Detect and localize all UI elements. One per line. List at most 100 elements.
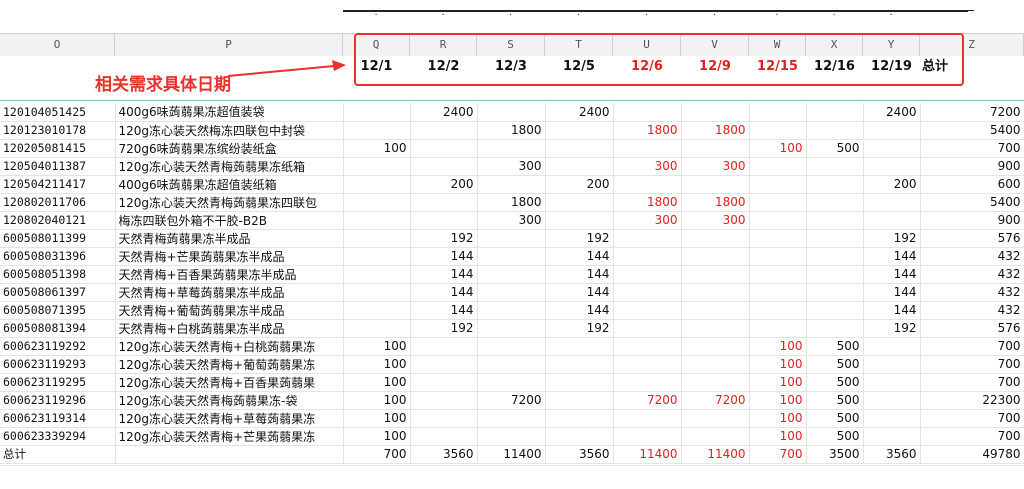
cell-value[interactable]: 100 xyxy=(343,427,411,446)
cell-value[interactable] xyxy=(806,247,864,266)
cell-code[interactable]: 600508071395 xyxy=(0,301,116,320)
cell-value[interactable]: 100 xyxy=(343,355,411,374)
cell-value[interactable]: 432 xyxy=(920,265,1024,284)
cell-value[interactable] xyxy=(863,427,921,446)
cell-value[interactable] xyxy=(863,391,921,410)
cell-value[interactable]: 100 xyxy=(749,337,807,356)
cell-value[interactable]: 11400 xyxy=(477,445,546,464)
cell-value[interactable] xyxy=(681,301,750,320)
cell-code[interactable]: 120504211417 xyxy=(0,175,116,194)
cell-value[interactable] xyxy=(613,319,682,338)
cell-value[interactable] xyxy=(806,301,864,320)
cell-value[interactable] xyxy=(613,247,682,266)
cell-name[interactable]: 400g6味蒟蒻果冻超值装袋 xyxy=(115,103,344,122)
cell-value[interactable] xyxy=(343,247,411,266)
cell-value[interactable] xyxy=(477,175,546,194)
cell-value[interactable] xyxy=(806,121,864,140)
cell-name[interactable]: 天然青梅+葡萄蒟蒻果冻半成品 xyxy=(115,301,344,320)
cell-value[interactable]: 2400 xyxy=(410,103,478,122)
cell-value[interactable]: 3560 xyxy=(410,445,478,464)
cell-value[interactable]: 200 xyxy=(545,175,614,194)
cell-value[interactable]: 2400 xyxy=(863,103,921,122)
cell-value[interactable]: 432 xyxy=(920,301,1024,320)
cell-value[interactable]: 144 xyxy=(863,265,921,284)
cell-value[interactable]: 1800 xyxy=(477,193,546,212)
cell-name[interactable]: 120g冻心装天然青梅+草莓蒟蒻果冻 xyxy=(115,409,344,428)
cell-value[interactable]: 144 xyxy=(410,265,478,284)
cell-value[interactable] xyxy=(545,337,614,356)
cell-value[interactable]: 144 xyxy=(863,301,921,320)
cell-value[interactable]: 11400 xyxy=(613,445,682,464)
cell-value[interactable]: 500 xyxy=(806,355,864,374)
cell-value[interactable] xyxy=(410,193,478,212)
cell-value[interactable] xyxy=(477,355,546,374)
cell-value[interactable] xyxy=(545,157,614,176)
cell-value[interactable] xyxy=(343,319,411,338)
cell-value[interactable]: 100 xyxy=(343,373,411,392)
cell-value[interactable]: 100 xyxy=(749,391,807,410)
cell-value[interactable] xyxy=(681,139,750,158)
cell-name[interactable]: 120g冻心装天然青梅+百香果蒟蒻果 xyxy=(115,373,344,392)
cell-value[interactable]: 1800 xyxy=(681,193,750,212)
cell-value[interactable]: 900 xyxy=(920,211,1024,230)
cell-value[interactable] xyxy=(863,211,921,230)
cell-value[interactable] xyxy=(410,427,478,446)
cell-value[interactable]: 200 xyxy=(863,175,921,194)
cell-value[interactable]: 144 xyxy=(545,265,614,284)
cell-value[interactable]: 700 xyxy=(343,445,411,464)
cell-value[interactable]: 500 xyxy=(806,409,864,428)
cell-value[interactable]: 500 xyxy=(806,139,864,158)
cell-value[interactable] xyxy=(343,103,411,122)
cell-value[interactable] xyxy=(477,301,546,320)
cell-value[interactable] xyxy=(806,175,864,194)
cell-value[interactable]: 500 xyxy=(806,391,864,410)
cell-value[interactable]: 192 xyxy=(545,229,614,248)
cell-value[interactable] xyxy=(477,247,546,266)
cell-value[interactable]: 100 xyxy=(749,427,807,446)
cell-name[interactable]: 120g冻心装天然青梅+葡萄蒟蒻果冻 xyxy=(115,355,344,374)
cell-value[interactable]: 144 xyxy=(545,283,614,302)
cell-value[interactable]: 1800 xyxy=(613,193,682,212)
cell-value[interactable] xyxy=(863,139,921,158)
cell-value[interactable] xyxy=(806,157,864,176)
cell-value[interactable] xyxy=(477,265,546,284)
cell-value[interactable] xyxy=(477,319,546,338)
cell-value[interactable]: 900 xyxy=(920,157,1024,176)
cell-value[interactable] xyxy=(410,139,478,158)
cell-value[interactable]: 1800 xyxy=(613,121,682,140)
cell-name[interactable]: 天然青梅+草莓蒟蒻果冻半成品 xyxy=(115,283,344,302)
cell-value[interactable] xyxy=(410,121,478,140)
cell-name[interactable] xyxy=(115,445,344,464)
cell-value[interactable] xyxy=(477,337,546,356)
cell-code[interactable]: 600508081394 xyxy=(0,319,116,338)
cell-value[interactable]: 100 xyxy=(749,409,807,428)
cell-value[interactable]: 1800 xyxy=(477,121,546,140)
cell-value[interactable] xyxy=(749,193,807,212)
cell-code[interactable]: 600508011399 xyxy=(0,229,116,248)
cell-name[interactable]: 120g冻心装天然青梅+白桃蒟蒻果冻 xyxy=(115,337,344,356)
cell-code[interactable]: 600508031396 xyxy=(0,247,116,266)
cell-name[interactable]: 天然青梅+白桃蒟蒻果冻半成品 xyxy=(115,319,344,338)
column-header-p[interactable]: P xyxy=(115,34,343,56)
cell-value[interactable] xyxy=(863,193,921,212)
cell-value[interactable] xyxy=(343,301,411,320)
cell-value[interactable]: 144 xyxy=(545,247,614,266)
cell-code[interactable]: 120802040121 xyxy=(0,211,116,230)
cell-value[interactable] xyxy=(863,157,921,176)
cell-value[interactable] xyxy=(343,193,411,212)
cell-value[interactable]: 500 xyxy=(806,337,864,356)
cell-name[interactable]: 天然青梅+芒果蒟蒻果冻半成品 xyxy=(115,247,344,266)
cell-value[interactable] xyxy=(749,229,807,248)
cell-value[interactable]: 700 xyxy=(920,373,1024,392)
cell-value[interactable] xyxy=(681,103,750,122)
cell-value[interactable]: 300 xyxy=(681,157,750,176)
cell-value[interactable]: 2400 xyxy=(545,103,614,122)
cell-value[interactable]: 3560 xyxy=(545,445,614,464)
cell-value[interactable] xyxy=(749,175,807,194)
cell-value[interactable] xyxy=(863,337,921,356)
cell-value[interactable] xyxy=(613,355,682,374)
cell-value[interactable] xyxy=(545,139,614,158)
cell-value[interactable]: 700 xyxy=(920,355,1024,374)
cell-value[interactable]: 3560 xyxy=(863,445,921,464)
cell-value[interactable]: 576 xyxy=(920,229,1024,248)
